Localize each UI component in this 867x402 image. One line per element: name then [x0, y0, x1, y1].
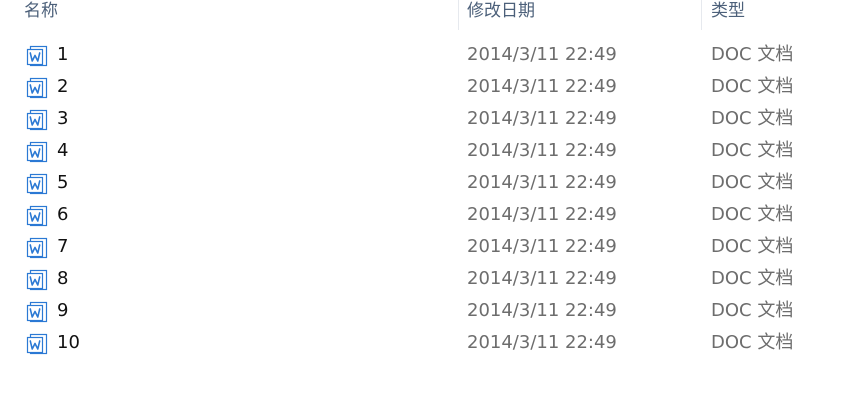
column-header-name[interactable]: 名称 — [24, 0, 58, 30]
file-row[interactable]: 5 2014/3/11 22:49 DOC 文档 — [0, 167, 867, 199]
column-header-bar: 名称 修改日期 类型 — [0, 0, 867, 30]
file-modified-date: 2014/3/11 22:49 — [467, 108, 617, 129]
word-document-icon — [25, 108, 49, 132]
file-name: 10 — [57, 332, 80, 353]
word-document-icon — [25, 140, 49, 164]
word-document-icon — [25, 172, 49, 196]
word-document-icon — [25, 76, 49, 100]
word-document-icon — [25, 44, 49, 68]
file-row[interactable]: 1 2014/3/11 22:49 DOC 文档 — [0, 39, 867, 71]
word-document-icon — [25, 204, 49, 228]
file-name: 6 — [57, 204, 69, 225]
file-type: DOC 文档 — [711, 268, 794, 289]
file-modified-date: 2014/3/11 22:49 — [467, 268, 617, 289]
file-modified-date: 2014/3/11 22:49 — [467, 76, 617, 97]
file-modified-date: 2014/3/11 22:49 — [467, 172, 617, 193]
file-name: 8 — [57, 268, 69, 289]
file-type: DOC 文档 — [711, 172, 794, 193]
file-name: 3 — [57, 108, 69, 129]
file-row[interactable]: 10 2014/3/11 22:49 DOC 文档 — [0, 327, 867, 359]
file-modified-date: 2014/3/11 22:49 — [467, 332, 617, 353]
file-modified-date: 2014/3/11 22:49 — [467, 236, 617, 257]
file-list: 1 2014/3/11 22:49 DOC 文档 2 2014/3/11 22:49 DO… — [0, 39, 867, 359]
file-row[interactable]: 2 2014/3/11 22:49 DOC 文档 — [0, 71, 867, 103]
file-type: DOC 文档 — [711, 204, 794, 225]
word-document-icon — [25, 300, 49, 324]
file-type: DOC 文档 — [711, 332, 794, 353]
column-divider[interactable] — [701, 0, 702, 30]
word-document-icon — [25, 268, 49, 292]
file-row[interactable]: 3 2014/3/11 22:49 DOC 文档 — [0, 103, 867, 135]
column-header-type[interactable]: 类型 — [711, 0, 745, 30]
file-name: 7 — [57, 236, 69, 257]
file-name: 5 — [57, 172, 69, 193]
file-row[interactable]: 6 2014/3/11 22:49 DOC 文档 — [0, 199, 867, 231]
word-document-icon — [25, 236, 49, 260]
file-name: 1 — [57, 44, 69, 65]
file-type: DOC 文档 — [711, 108, 794, 129]
file-row[interactable]: 7 2014/3/11 22:49 DOC 文档 — [0, 231, 867, 263]
file-row[interactable]: 4 2014/3/11 22:49 DOC 文档 — [0, 135, 867, 167]
word-document-icon — [25, 332, 49, 356]
file-type: DOC 文档 — [711, 44, 794, 65]
file-name: 9 — [57, 300, 69, 321]
file-type: DOC 文档 — [711, 76, 794, 97]
file-name: 4 — [57, 140, 69, 161]
file-modified-date: 2014/3/11 22:49 — [467, 300, 617, 321]
file-row[interactable]: 9 2014/3/11 22:49 DOC 文档 — [0, 295, 867, 327]
file-modified-date: 2014/3/11 22:49 — [467, 140, 617, 161]
file-type: DOC 文档 — [711, 140, 794, 161]
file-modified-date: 2014/3/11 22:49 — [467, 204, 617, 225]
column-divider[interactable] — [458, 0, 459, 30]
file-modified-date: 2014/3/11 22:49 — [467, 44, 617, 65]
file-name: 2 — [57, 76, 69, 97]
file-type: DOC 文档 — [711, 300, 794, 321]
column-header-date[interactable]: 修改日期 — [467, 0, 535, 30]
file-type: DOC 文档 — [711, 236, 794, 257]
file-row[interactable]: 8 2014/3/11 22:49 DOC 文档 — [0, 263, 867, 295]
